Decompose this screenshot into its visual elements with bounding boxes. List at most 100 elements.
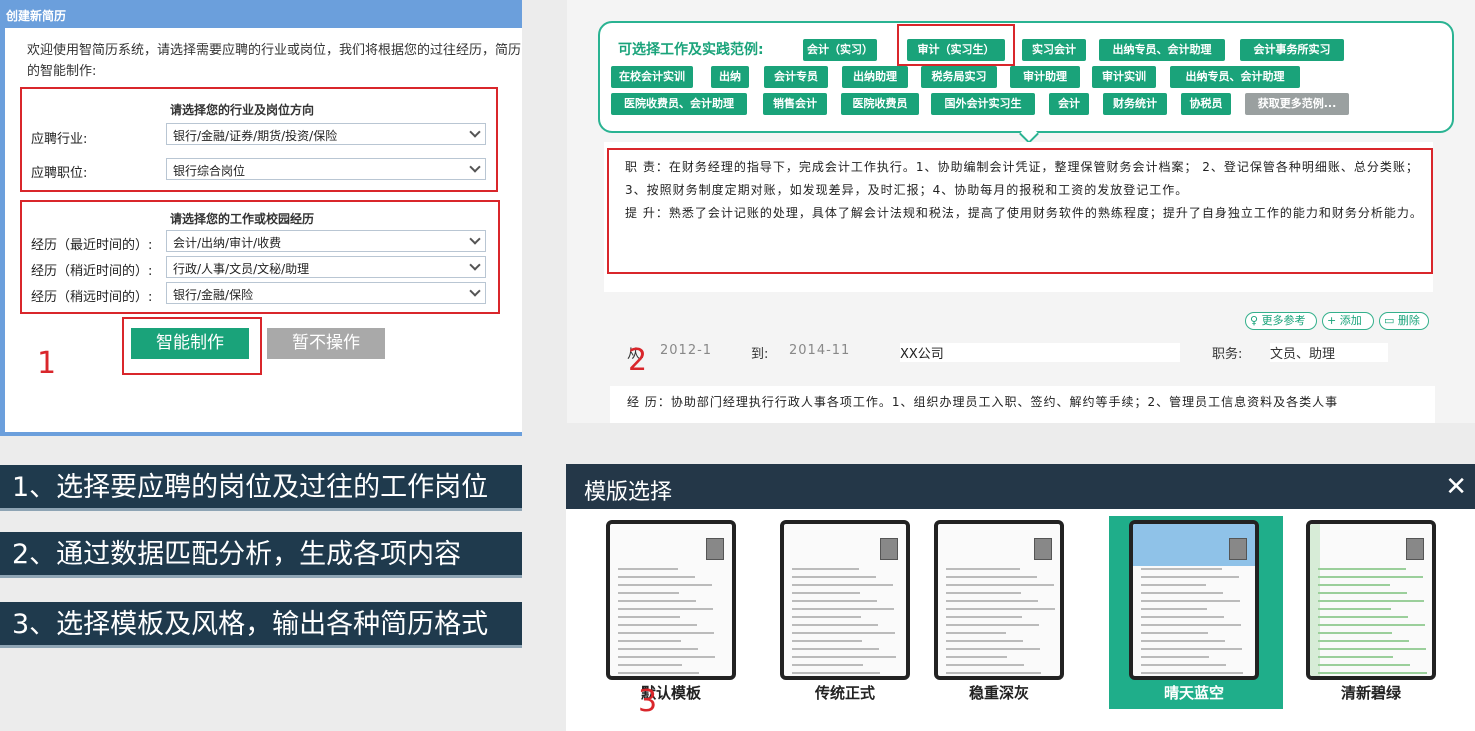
improve-text: 提 升：熟悉了会计记账的处理，具体了解会计法规和税法，提高了使用财务软件的熟练程… — [625, 206, 1423, 220]
example-tag[interactable]: 国外会计实习生 — [931, 93, 1035, 115]
text-line — [946, 624, 1039, 626]
text-line — [792, 608, 894, 610]
text-line — [1141, 632, 1208, 634]
text-line — [618, 600, 696, 602]
template-thumbnail[interactable] — [934, 520, 1064, 680]
text-line — [618, 632, 714, 634]
chevron-down-icon — [469, 126, 481, 138]
example-tag[interactable]: 销售会计 — [763, 93, 827, 115]
text-line — [1318, 584, 1390, 586]
text-line — [1318, 600, 1424, 602]
example-tag[interactable]: 审计助理 — [1010, 66, 1080, 88]
example-tag[interactable]: 会计 — [1049, 93, 1089, 115]
close-icon[interactable]: ✕ — [1445, 472, 1467, 502]
step-number-3: 3 — [638, 684, 658, 719]
text-line — [946, 664, 1024, 666]
dialog-header: 模版选择 — [566, 464, 1475, 509]
exp2-value: 行政/人事/文员/文秘/助理 — [173, 262, 310, 276]
text-line — [1141, 584, 1206, 586]
text-line — [1318, 672, 1427, 674]
section1-title: 请选择您的行业及岗位方向 — [170, 103, 315, 117]
example-tag[interactable]: 会计专员 — [764, 66, 828, 88]
add-label: 添加 — [1339, 314, 1362, 327]
text-line — [792, 576, 876, 578]
photo-icon — [1229, 538, 1247, 560]
text-line — [618, 664, 682, 666]
industry-value: 银行/金融/证券/期货/投资/保险 — [173, 129, 338, 143]
template-thumbnail[interactable] — [1306, 520, 1436, 680]
text-line — [946, 616, 1022, 618]
text-line — [1318, 576, 1423, 578]
template-thumbnail[interactable] — [1129, 520, 1259, 680]
text-line — [1141, 576, 1239, 578]
dialog-title: 创建新简历 — [6, 9, 67, 23]
example-tag[interactable]: 出纳 — [711, 66, 749, 88]
text-line — [1318, 616, 1408, 618]
text-line — [792, 592, 860, 594]
text-line — [946, 608, 1055, 610]
smart-make-button[interactable]: 智能制作 — [131, 328, 249, 359]
to-value[interactable]: 2014-11 — [789, 343, 850, 358]
text-line — [1318, 648, 1426, 650]
example-tag[interactable]: 出纳助理 — [842, 66, 908, 88]
exp2-select[interactable]: 行政/人事/文员/文秘/助理 — [166, 256, 486, 278]
text-line — [618, 656, 715, 658]
text-line — [792, 648, 879, 650]
text-line — [792, 656, 896, 658]
bulb-icon: ♀ — [1250, 314, 1259, 327]
text-line — [618, 576, 695, 578]
template-name: 传统正式 — [814, 684, 875, 702]
text-line — [1318, 568, 1406, 570]
example-tag[interactable]: 会计事务所实习 — [1240, 39, 1344, 61]
delete-button[interactable]: ▭ 删除 — [1379, 312, 1429, 330]
text-line — [946, 640, 1023, 642]
position-select[interactable]: 银行综合岗位 — [166, 158, 486, 180]
photo-icon — [1406, 538, 1424, 560]
example-tag[interactable]: 出纳专员、会计助理 — [1099, 39, 1225, 61]
text-line — [1141, 600, 1240, 602]
job-value[interactable]: 文员、助理 — [1270, 343, 1388, 362]
more-reference-label: 更多参考 — [1261, 314, 1306, 327]
from-value[interactable]: 2012-1 — [660, 343, 712, 358]
example-tag[interactable]: 会计（实习） — [803, 39, 877, 61]
example-tag[interactable]: 在校会计实训 — [611, 66, 693, 88]
text-line — [1141, 616, 1224, 618]
example-tag[interactable]: 医院收费员 — [841, 93, 919, 115]
example-tag[interactable]: 审计实训 — [1092, 66, 1156, 88]
chevron-down-icon — [469, 233, 481, 245]
exp1-select[interactable]: 会计/出纳/审计/收费 — [166, 230, 486, 252]
example-tag[interactable]: 实习会计 — [1022, 39, 1086, 61]
text-line — [1141, 592, 1223, 594]
text-line — [1141, 672, 1243, 674]
section2-title: 请选择您的工作或校园经历 — [170, 212, 315, 226]
exp3-label: 经历（稍远时间的）: — [31, 290, 153, 305]
industry-label: 应聘行业: — [31, 132, 88, 147]
example-tag[interactable]: 财务统计 — [1103, 93, 1167, 115]
more-reference-button[interactable]: ♀ 更多参考 — [1245, 312, 1317, 330]
text-line — [618, 592, 679, 594]
create-resume-dialog: 创建新简历 欢迎使用智简历系统，请选择需要应聘的行业或岗位，我们将根据您的过往经… — [0, 0, 522, 436]
example-tag[interactable]: 医院收费员、会计助理 — [611, 93, 747, 115]
skip-button[interactable]: 暂不操作 — [267, 328, 385, 359]
example-tag[interactable]: 获取更多范例... — [1245, 93, 1349, 115]
work-example-panel: 可选择工作及实践范例: 会计（实习） 审计（实习生） 实习会计 出纳专员、会计助理 会计… — [567, 0, 1475, 423]
company-value[interactable]: XX公司 — [900, 343, 1180, 362]
dialog-title: 模版选择 — [584, 480, 673, 505]
text-line — [946, 600, 1038, 602]
duty-text: 职 责：在财务经理的指导下，完成会计工作执行。1、协助编制会计凭证，整理保管财务… — [625, 160, 1419, 197]
template-thumbnail[interactable] — [606, 520, 736, 680]
exp3-value: 银行/金融/保险 — [173, 288, 254, 302]
example-tag[interactable]: 出纳专员、会计助理 — [1170, 66, 1300, 88]
template-thumbnail[interactable] — [780, 520, 910, 680]
industry-select[interactable]: 银行/金融/证券/期货/投资/保险 — [166, 123, 486, 145]
exp2-label: 经历（稍近时间的）: — [31, 264, 153, 279]
template-name: 默认模板 — [640, 684, 701, 702]
text-line — [792, 672, 880, 674]
example-tag[interactable]: 税务局实习 — [921, 66, 997, 88]
template-name: 清新碧绿 — [1340, 684, 1401, 702]
add-button[interactable]: + 添加 — [1322, 312, 1374, 330]
exp3-select[interactable]: 银行/金融/保险 — [166, 282, 486, 304]
exp1-value: 会计/出纳/审计/收费 — [173, 236, 282, 250]
text-line — [792, 584, 893, 586]
example-tag[interactable]: 协税员 — [1181, 93, 1231, 115]
